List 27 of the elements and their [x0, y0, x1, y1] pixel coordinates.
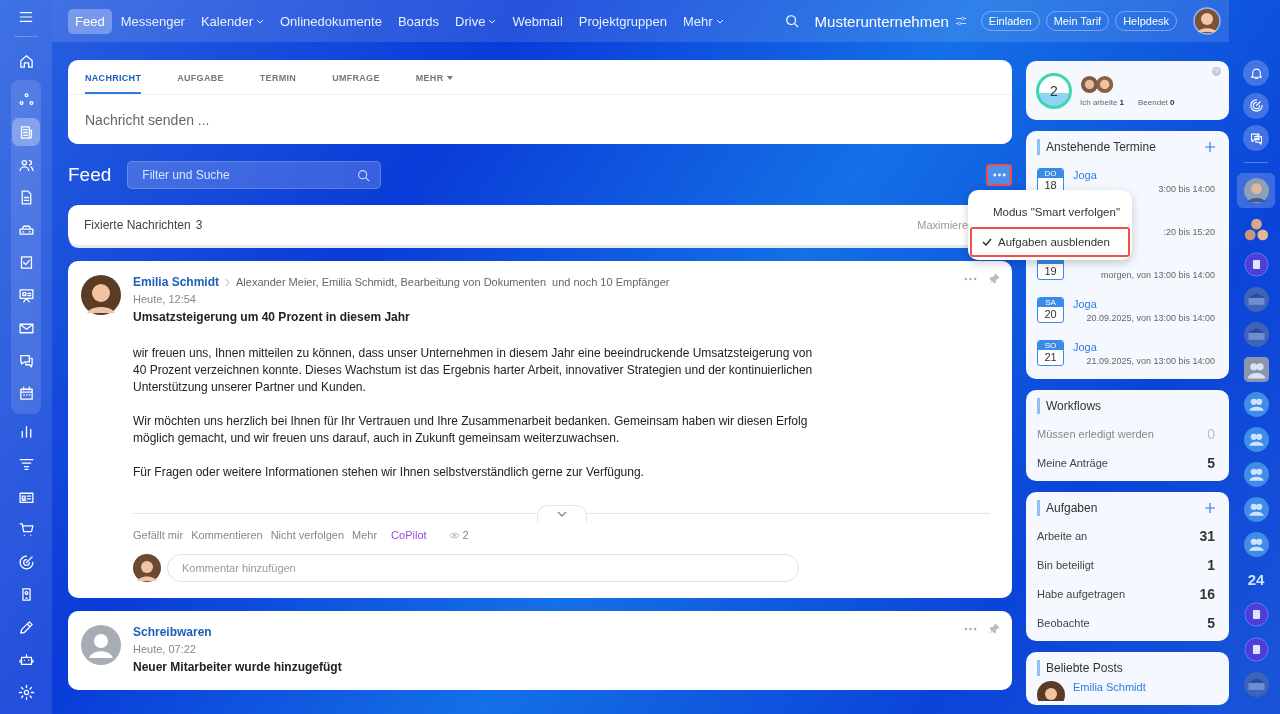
section-title: Beliebte Posts [1046, 660, 1123, 676]
event-time: :20 bis 15:20 [1162, 227, 1215, 237]
date-badge: SA 20 [1037, 297, 1064, 323]
date-badge: SO 21 [1037, 340, 1064, 366]
recipients: Alexander Meier, Emilia Schmidt, Bearbeitung von Dokumenten [236, 276, 547, 288]
post-time: Heute, 12:54 [133, 293, 197, 305]
post-paragraph: Für Fragen oder weitere Informationen stehen wir Ihnen selbstverständlich gerne zur Verfügung. [133, 464, 645, 481]
feed-title: Feed [68, 164, 112, 186]
post-paragraph: Wir möchten uns herzlich bei Ihnen für Ihr Vertrauen und Ihre Zusammenarbeit bedanken. Gemeinsam haben wir diesen Erfolg möglich gemacht, und wir freuen uns darauf, auch in Zukunft gemeinsam weiterzuwachsen. [133, 413, 809, 447]
task-counter: 2 [1036, 72, 1072, 109]
post-title: Neuer Mitarbeiter wurde hinzugefügt [133, 660, 343, 674]
pinned-label: Fixierte Nachrichten [84, 218, 191, 232]
task-stat: Beendet 0 [1138, 97, 1175, 107]
event-time: 21.09.2025, von 13:00 bis 14:00 [1085, 356, 1215, 366]
section-title: Workflows [1046, 398, 1102, 414]
pinned-count: 3 [195, 218, 203, 232]
event-time: morgen, von 13:00 bis 14:00 [1099, 270, 1215, 280]
post-paragraph: wir freuen uns, Ihnen mitteilen zu können, dass unser Unternehmen in diesem Jahr eine beeindruckende Umsatzsteigerung von 40 Prozent verzeichnen konnte. Dieses Wachstum ist das Ergebnis harter Arbeit, innovativer Strategien und der kontinuierlichen Unterstützung unserer Partner und Kunden. [133, 345, 814, 396]
company-name: Musterunternehmen [814, 12, 949, 30]
event-time: 20.09.2025, von 13:00 bis 14:00 [1085, 313, 1215, 323]
section-title: Aufgaben [1046, 500, 1098, 516]
post-title: Umsatzsteigerung um 40 Prozent in diesem Jahr [133, 310, 411, 324]
task-stat: Ich arbeite 1 [1080, 97, 1125, 107]
post-time: Heute, 07:22 [133, 643, 197, 655]
event-time: 3:00 bis 14:00 [1157, 184, 1215, 194]
section-title: Anstehende Termine [1046, 139, 1156, 155]
view-count: 2 [462, 529, 469, 541]
